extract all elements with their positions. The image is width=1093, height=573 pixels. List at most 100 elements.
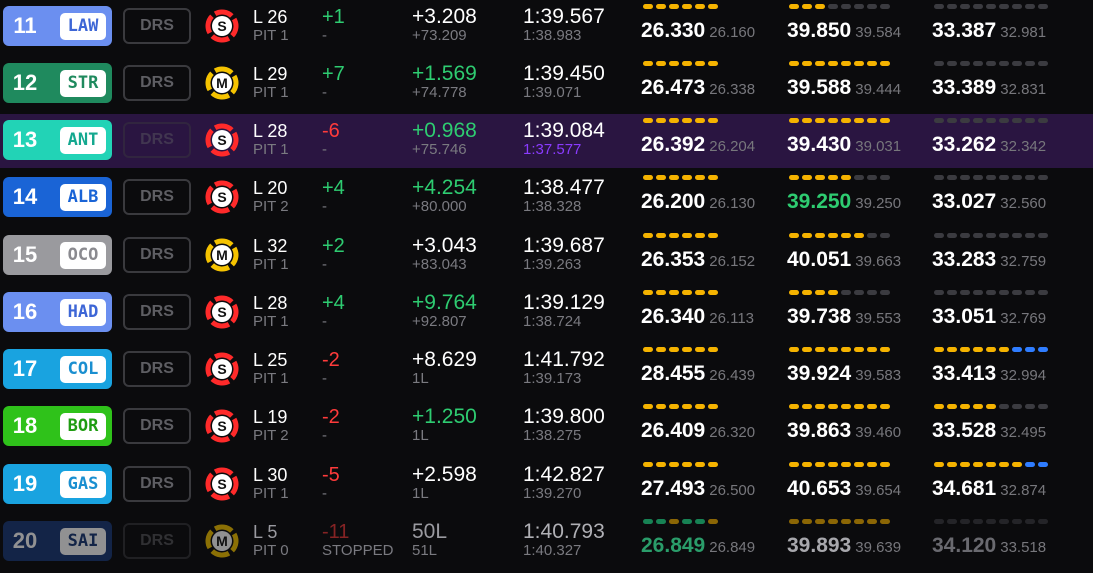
sector-values: 33.262 32.342	[932, 133, 1046, 157]
best-lap-time: 1:38.983	[523, 27, 582, 44]
timing-row[interactable]: 17 COL DRS S L 25 PIT 1 -2- +8.629 1L 1:41.792 1…	[0, 343, 1093, 397]
mini-sector	[947, 519, 957, 524]
sector-3: 33.027 32.560	[932, 175, 1048, 213]
mini-sector	[815, 118, 825, 123]
svg-text:S: S	[217, 476, 226, 492]
mini-sector	[815, 347, 825, 352]
sector-values: 28.455 26.439	[641, 362, 755, 386]
lap-count: L 19	[253, 407, 288, 427]
sector-values: 26.353 26.152	[641, 248, 755, 272]
driver-code: SAI	[60, 527, 106, 555]
mini-sector	[815, 519, 825, 524]
mini-sector	[934, 290, 944, 295]
mini-sector	[695, 290, 705, 295]
mini-sector	[999, 175, 1009, 180]
tyre-compound-icon: M	[205, 66, 239, 100]
timing-row[interactable]: 14 ALB DRS S L 20 PIT 2 +4- +4.254 +80.000 1:38…	[0, 171, 1093, 225]
lap-count: L 20	[253, 178, 288, 198]
gap-to-ahead: +9.764	[412, 291, 477, 314]
mini-sector	[1025, 175, 1035, 180]
mini-sector	[682, 4, 692, 9]
mini-sector	[669, 118, 679, 123]
gap-to-ahead: +0.968	[412, 119, 477, 142]
drs-indicator: DRS	[123, 294, 191, 330]
mini-sector	[841, 519, 851, 524]
mini-sector	[1025, 290, 1035, 295]
drs-indicator: DRS	[123, 523, 191, 559]
driver-code: BOR	[60, 412, 106, 440]
timing-row[interactable]: 19 GAS DRS S L 30 PIT 1 -5- +2.598 1L 1:42.827 1…	[0, 458, 1093, 512]
sector-best: 32.560	[1000, 195, 1047, 212]
mini-sector	[815, 61, 825, 66]
mini-sector	[682, 290, 692, 295]
driver-code: HAD	[60, 298, 106, 326]
sector-best: 39.639	[855, 539, 902, 556]
gap-to-ahead: +4.254	[412, 176, 477, 199]
timing-row[interactable]: 16 HAD DRS S L 28 PIT 1 +4- +9.764 +92.807 1:39…	[0, 286, 1093, 340]
gap-to-leader: 1L	[412, 370, 429, 387]
gap-to-ahead: +3.208	[412, 5, 477, 28]
mini-sector	[973, 290, 983, 295]
pit-count: PIT 2	[253, 198, 289, 215]
timing-row[interactable]: 20 SAI DRS M L 5 PIT 0 -11 STOPPED 50L 51L 1:40.…	[0, 515, 1093, 569]
sector-best: 33.518	[1000, 539, 1047, 556]
mini-sector	[1012, 118, 1022, 123]
mini-sector	[841, 4, 851, 9]
mini-sector	[656, 118, 666, 123]
mini-sector	[669, 290, 679, 295]
sector-values: 26.473 26.338	[641, 76, 755, 100]
mini-sectors	[789, 404, 890, 410]
mini-sector	[880, 519, 890, 524]
drs-indicator: DRS	[123, 8, 191, 44]
gap-to-ahead: 50L	[412, 520, 448, 543]
position-number: 14	[12, 184, 38, 209]
position-change: -2	[322, 406, 340, 428]
timing-row[interactable]: 13 ANT DRS S L 28 PIT 1 -6- +0.968 +75.746 1:39…	[0, 114, 1093, 168]
drs-indicator: DRS	[123, 65, 191, 101]
sector-best: 39.444	[855, 81, 902, 98]
gap-to-leader: 1L	[412, 427, 429, 444]
sector-time: 33.283	[932, 248, 997, 271]
sector-time: 33.389	[932, 76, 997, 99]
sector-time: 33.528	[932, 419, 997, 442]
mini-sector	[841, 404, 851, 409]
mini-sector	[880, 290, 890, 295]
mini-sector	[1012, 175, 1022, 180]
timing-row[interactable]: 12 STR DRS M L 29 PIT 1 +7- +1.569 +74.778 1:39…	[0, 57, 1093, 111]
sector-3: 33.283 32.759	[932, 233, 1048, 271]
sector-1: 28.455 26.439	[641, 347, 755, 385]
mini-sectors	[934, 290, 1048, 296]
best-lap-time: 1:38.328	[523, 198, 582, 215]
timing-row[interactable]: 18 BOR DRS S L 19 PIT 2 -2- +1.250 1L 1:39.800 1…	[0, 400, 1093, 454]
mini-sector	[999, 4, 1009, 9]
sector-best: 32.342	[1000, 138, 1047, 155]
mini-sector	[789, 233, 799, 238]
timing-row[interactable]: 11 LAW DRS S L 26 PIT 1 +1- +3.208 +73.209 1:39…	[0, 0, 1093, 54]
position-number: 19	[12, 471, 38, 496]
mini-sector	[947, 347, 957, 352]
sector-1: 26.473 26.338	[641, 61, 755, 99]
position-badge: 18 BOR	[3, 406, 112, 446]
best-lap-time: 1:38.724	[523, 313, 582, 330]
mini-sector	[973, 118, 983, 123]
mini-sector	[802, 347, 812, 352]
svg-text:M: M	[216, 75, 228, 91]
driver-code: STR	[60, 69, 106, 97]
mini-sector	[841, 118, 851, 123]
position-change-sub: -	[322, 27, 327, 44]
best-lap-time: 1:40.327	[523, 542, 582, 559]
mini-sector	[867, 4, 877, 9]
timing-row[interactable]: 15 OCO DRS M L 32 PIT 1 +2- +3.043 +83.043 1:39…	[0, 229, 1093, 283]
mini-sector	[986, 462, 996, 467]
mini-sector	[789, 404, 799, 409]
mini-sector	[708, 347, 718, 352]
mini-sector	[841, 233, 851, 238]
sector-1: 26.849 26.849	[641, 519, 755, 557]
mini-sector	[669, 4, 679, 9]
drs-indicator: DRS	[123, 237, 191, 273]
mini-sector	[1012, 404, 1022, 409]
mini-sector	[867, 61, 877, 66]
position-change-sub: -	[322, 313, 327, 330]
position-change: +4	[322, 177, 345, 199]
lap-count: L 32	[253, 236, 288, 256]
